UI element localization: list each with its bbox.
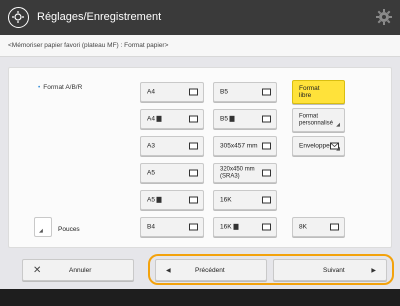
paper-size-16k-landscape[interactable]: 16K: [213, 190, 277, 210]
landscape-paper-icon: [262, 223, 271, 231]
custom-format-button[interactable]: Format personnalisé ◢: [292, 108, 345, 132]
landscape-paper-icon: [262, 142, 271, 150]
paper-size-b4[interactable]: B4: [140, 217, 204, 237]
expand-arrow-icon: ◢: [336, 146, 340, 152]
landscape-paper-icon: [189, 169, 198, 177]
portrait-paper-icon: [229, 115, 235, 122]
landscape-paper-icon: [330, 223, 339, 231]
cancel-button[interactable]: ✕ Annuler: [22, 259, 134, 281]
breadcrumb: <Mémoriser papier favori (plateau MF) : …: [0, 35, 400, 57]
landscape-paper-icon: [189, 142, 198, 150]
landscape-paper-icon: [262, 196, 271, 204]
paper-size-a4-landscape[interactable]: A4: [140, 82, 204, 102]
paper-size-a5-portrait[interactable]: A5: [140, 190, 204, 210]
landscape-paper-icon: [189, 196, 198, 204]
portrait-paper-icon: [156, 196, 162, 203]
format-abr-label: • Format A/B/R: [38, 84, 83, 91]
portrait-paper-icon: [156, 115, 162, 122]
close-icon: ✕: [33, 265, 42, 276]
landscape-paper-icon: [189, 115, 198, 123]
paper-size-16k-portrait[interactable]: 16K: [213, 217, 277, 237]
free-format-button[interactable]: Format libre: [292, 80, 345, 104]
paper-size-b5-portrait[interactable]: B5: [213, 109, 277, 129]
landscape-paper-icon: [189, 88, 198, 96]
gear-icon[interactable]: [375, 8, 393, 26]
bottom-bar: [0, 289, 400, 306]
landscape-paper-icon: [189, 223, 198, 231]
landscape-paper-icon: [262, 115, 271, 123]
next-button[interactable]: Suivant ▶: [273, 259, 387, 281]
paper-size-a3[interactable]: A3: [140, 136, 204, 156]
portrait-paper-icon: [233, 223, 239, 230]
previous-button[interactable]: ◀ Précédent: [155, 259, 267, 281]
envelope-button[interactable]: Enveloppe ◢: [292, 136, 345, 156]
paper-size-b5-landscape[interactable]: B5: [213, 82, 277, 102]
expand-arrow-icon: ◢: [336, 122, 340, 128]
bullet-icon: •: [38, 84, 41, 91]
landscape-paper-icon: [262, 88, 271, 96]
landscape-paper-icon: [262, 169, 271, 177]
paper-size-sra3[interactable]: 320x450 mm (SRA3): [213, 163, 277, 183]
expand-arrow-icon: ◢: [39, 228, 43, 234]
settings-app-icon: [8, 7, 29, 28]
page-title: Réglages/Enregistrement: [37, 11, 162, 23]
paper-size-305x457[interactable]: 305x457 mm: [213, 136, 277, 156]
inches-button[interactable]: ◢: [34, 217, 52, 237]
inches-label: Pouces: [58, 226, 80, 233]
title-bar: Réglages/Enregistrement: [0, 0, 400, 35]
right-arrow-icon: ▶: [371, 268, 376, 274]
paper-size-a4-portrait[interactable]: A4: [140, 109, 204, 129]
paper-size-a5-landscape[interactable]: A5: [140, 163, 204, 183]
left-arrow-icon: ◀: [166, 268, 171, 274]
paper-size-8k[interactable]: 8K: [292, 217, 345, 237]
